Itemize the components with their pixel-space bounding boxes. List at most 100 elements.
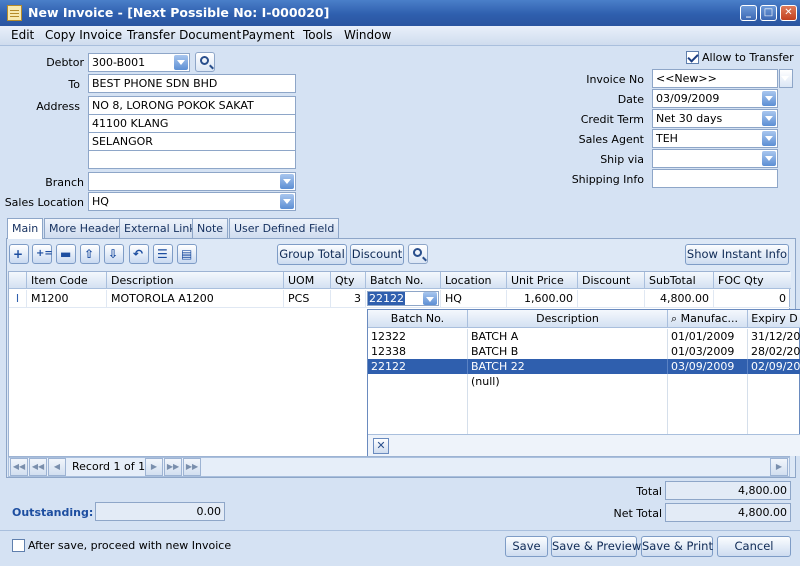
chevron-down-icon[interactable] xyxy=(174,55,188,70)
prev-page-button[interactable]: ◀◀ xyxy=(29,458,47,476)
column-header[interactable]: Description xyxy=(107,272,284,289)
after-save-checkbox[interactable] xyxy=(12,539,25,552)
ship-via-field[interactable] xyxy=(652,149,778,168)
menu-transfer-document[interactable]: Transfer Document xyxy=(127,28,241,42)
to-field[interactable]: BEST PHONE SDN BHD xyxy=(88,74,296,93)
date-field[interactable]: 03/09/2009 xyxy=(652,89,778,108)
branch-field[interactable] xyxy=(88,172,296,191)
list-view-button[interactable]: ☰ xyxy=(153,244,173,264)
close-button[interactable]: ✕ xyxy=(780,5,797,21)
cancel-button[interactable]: Cancel xyxy=(717,536,791,557)
column-header[interactable]: Unit Price xyxy=(507,272,578,289)
save-preview-button[interactable]: Save & Preview xyxy=(551,536,641,557)
popup-column-header[interactable]: Expiry D xyxy=(748,310,800,328)
popup-cell: 31/12/20 xyxy=(751,330,800,343)
batch-lookup-popup[interactable]: Batch No. Description ⌕ Manufac... Expir… xyxy=(367,309,800,456)
invoice-no-field[interactable]: <<New>> xyxy=(652,69,778,88)
menu-edit[interactable]: Edit xyxy=(11,28,34,42)
first-record-button[interactable]: ◀◀ xyxy=(10,458,28,476)
cell-unit-price[interactable]: 1,600.00 xyxy=(507,290,578,308)
popup-column-header[interactable]: ⌕ Manufac... xyxy=(668,310,748,328)
branch-label: Branch xyxy=(45,176,84,189)
close-popup-button[interactable]: ✕ xyxy=(373,438,389,454)
debtor-lookup-button[interactable] xyxy=(195,52,215,72)
undo-button[interactable]: ↶ xyxy=(129,244,149,264)
prev-record-button[interactable]: ◀ xyxy=(48,458,66,476)
column-header[interactable]: Item Code xyxy=(27,272,107,289)
menu-payment[interactable]: Payment xyxy=(242,28,295,42)
move-up-button[interactable]: ⇧ xyxy=(80,244,100,264)
minus-icon: ▬ xyxy=(60,247,72,261)
list-item[interactable]: 12322 BATCH A 01/01/2009 31/12/20 xyxy=(368,329,800,344)
address-line-4[interactable] xyxy=(88,150,296,169)
tab-external-link[interactable]: External Link xyxy=(119,218,201,238)
maximize-button[interactable]: □ xyxy=(760,5,777,21)
debtor-field[interactable]: 300-B001 xyxy=(88,53,190,72)
address-line-3[interactable]: SELANGOR xyxy=(88,132,296,151)
grid-search-button[interactable] xyxy=(408,244,428,264)
list-item[interactable]: (null) xyxy=(368,374,800,434)
column-header[interactable]: Location xyxy=(441,272,507,289)
column-header[interactable]: Batch No. xyxy=(366,272,441,289)
column-header[interactable]: Qty xyxy=(331,272,366,289)
save-print-button[interactable]: Save & Print xyxy=(641,536,713,557)
menu-tools[interactable]: Tools xyxy=(303,28,333,42)
cell-batch-no[interactable]: 22122 xyxy=(366,290,441,308)
allow-transfer-checkbox[interactable] xyxy=(686,51,699,64)
insert-row-button[interactable]: += xyxy=(32,244,53,264)
tab-main[interactable]: Main xyxy=(7,218,44,239)
list-item-selected[interactable]: 22122 BATCH 22 03/09/2009 02/09/201 xyxy=(368,359,800,374)
save-button[interactable]: Save xyxy=(505,536,548,557)
tab-note[interactable]: Note xyxy=(192,218,229,238)
scroll-right-button[interactable]: ▶ xyxy=(770,458,788,476)
invoice-no-dropdown[interactable] xyxy=(779,69,793,88)
minimize-button[interactable]: _ xyxy=(740,5,757,21)
sales-agent-field[interactable]: TEH xyxy=(652,129,778,148)
next-page-button[interactable]: ▶▶ xyxy=(164,458,182,476)
sales-location-field[interactable]: HQ xyxy=(88,192,296,211)
ship-via-label: Ship via xyxy=(600,153,644,166)
cell-location[interactable]: HQ xyxy=(441,290,507,308)
last-record-button[interactable]: ▶▶ xyxy=(183,458,201,476)
chevron-down-icon[interactable] xyxy=(762,91,776,106)
menu-window[interactable]: Window xyxy=(344,28,391,42)
column-header[interactable]: SubTotal xyxy=(645,272,714,289)
tab-more-header[interactable]: More Header xyxy=(44,218,125,238)
popup-column-header[interactable]: Batch No. xyxy=(368,310,468,328)
chevron-down-icon[interactable] xyxy=(423,292,437,305)
columns-button[interactable]: ▤ xyxy=(177,244,197,264)
add-row-button[interactable]: + xyxy=(9,244,29,264)
cell-foc-qty[interactable]: 0 xyxy=(714,290,791,308)
cell-description[interactable]: MOTOROLA A1200 xyxy=(107,290,284,308)
address-line-1[interactable]: NO 8, LORONG POKOK SAKAT xyxy=(88,96,296,115)
move-down-button[interactable]: ⇩ xyxy=(104,244,124,264)
column-header[interactable]: UOM xyxy=(284,272,331,289)
address-line-2[interactable]: 41100 KLANG xyxy=(88,114,296,133)
cell-qty[interactable]: 3 xyxy=(331,290,366,308)
chevron-down-icon[interactable] xyxy=(762,111,776,126)
chevron-down-icon[interactable] xyxy=(280,174,294,189)
show-instant-info-button[interactable]: Show Instant Info xyxy=(685,244,789,265)
popup-column-header[interactable]: Description xyxy=(468,310,668,328)
chevron-down-icon[interactable] xyxy=(762,151,776,166)
group-total-button[interactable]: Group Total xyxy=(277,244,347,265)
tab-user-defined-field[interactable]: User Defined Field xyxy=(229,218,340,238)
column-header[interactable]: FOC Qty xyxy=(714,272,791,289)
shipping-info-label: Shipping Info xyxy=(571,173,644,186)
undo-icon: ↶ xyxy=(133,247,144,261)
cell-discount[interactable] xyxy=(578,290,645,308)
popup-cell xyxy=(368,374,468,434)
shipping-info-field[interactable] xyxy=(652,169,778,188)
delete-row-button[interactable]: ▬ xyxy=(56,244,76,264)
cell-uom[interactable]: PCS xyxy=(284,290,331,308)
chevron-down-icon[interactable] xyxy=(280,194,294,209)
menu-copy-invoice[interactable]: Copy Invoice xyxy=(45,28,122,42)
list-item[interactable]: 12338 BATCH B 01/03/2009 28/02/201 xyxy=(368,344,800,359)
next-record-button[interactable]: ▶ xyxy=(145,458,163,476)
cell-subtotal[interactable]: 4,800.00 xyxy=(645,290,714,308)
column-header[interactable]: Discount xyxy=(578,272,645,289)
chevron-down-icon[interactable] xyxy=(762,131,776,146)
discount-button[interactable]: Discount xyxy=(350,244,404,265)
credit-term-field[interactable]: Net 30 days xyxy=(652,109,778,128)
cell-item-code[interactable]: M1200 xyxy=(27,290,107,308)
